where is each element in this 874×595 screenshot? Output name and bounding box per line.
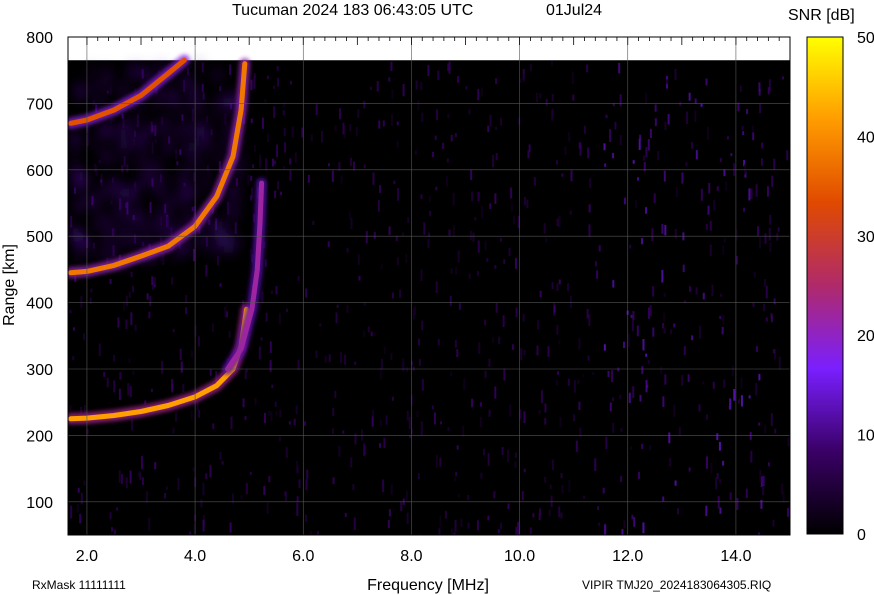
colorbar-tick-label: 10 [857,428,874,445]
ionogram-chart: Tucuman 2024 183 06:43:05 UTC 01Jul24 2.… [1,2,874,594]
colorbar [806,36,844,535]
colorbar-tick-label: 20 [857,328,874,345]
chart-date: 01Jul24 [546,2,602,19]
x-tick-label: 10.0 [504,548,535,565]
y-axis-title: Range [km] [1,244,18,326]
x-tick-label: 14.0 [720,548,751,565]
rxmask-label: RxMask 11111111 [32,578,126,592]
x-tick-label: 4.0 [184,548,206,565]
y-tick-label: 600 [26,163,53,180]
chart-title: Tucuman 2024 183 06:43:05 UTC [232,2,473,19]
data-background [68,60,790,535]
y-tick-label: 500 [26,229,53,246]
x-axis-title: Frequency [MHz] [367,577,489,594]
colorbar-tick-label: 30 [857,229,874,246]
y-tick-label: 400 [26,296,53,313]
colorbar-tick-label: 50 [857,30,874,47]
y-tick-label: 100 [26,495,53,512]
colorbar-tick-label: 40 [857,129,874,146]
y-tick-label: 800 [26,30,53,47]
colorbar-title: SNR [dB] [788,7,855,24]
y-tick-label: 300 [26,362,53,379]
y-tick-label: 200 [26,428,53,445]
x-tick-label: 12.0 [612,548,643,565]
colorbar-tick-label: 0 [857,527,866,544]
x-tick-label: 6.0 [292,548,314,565]
y-tick-label: 700 [26,96,53,113]
x-tick-label: 8.0 [400,548,422,565]
x-tick-label: 2.0 [76,548,98,565]
file-label: VIPIR TMJ20_2024183064305.RIQ [582,578,771,592]
